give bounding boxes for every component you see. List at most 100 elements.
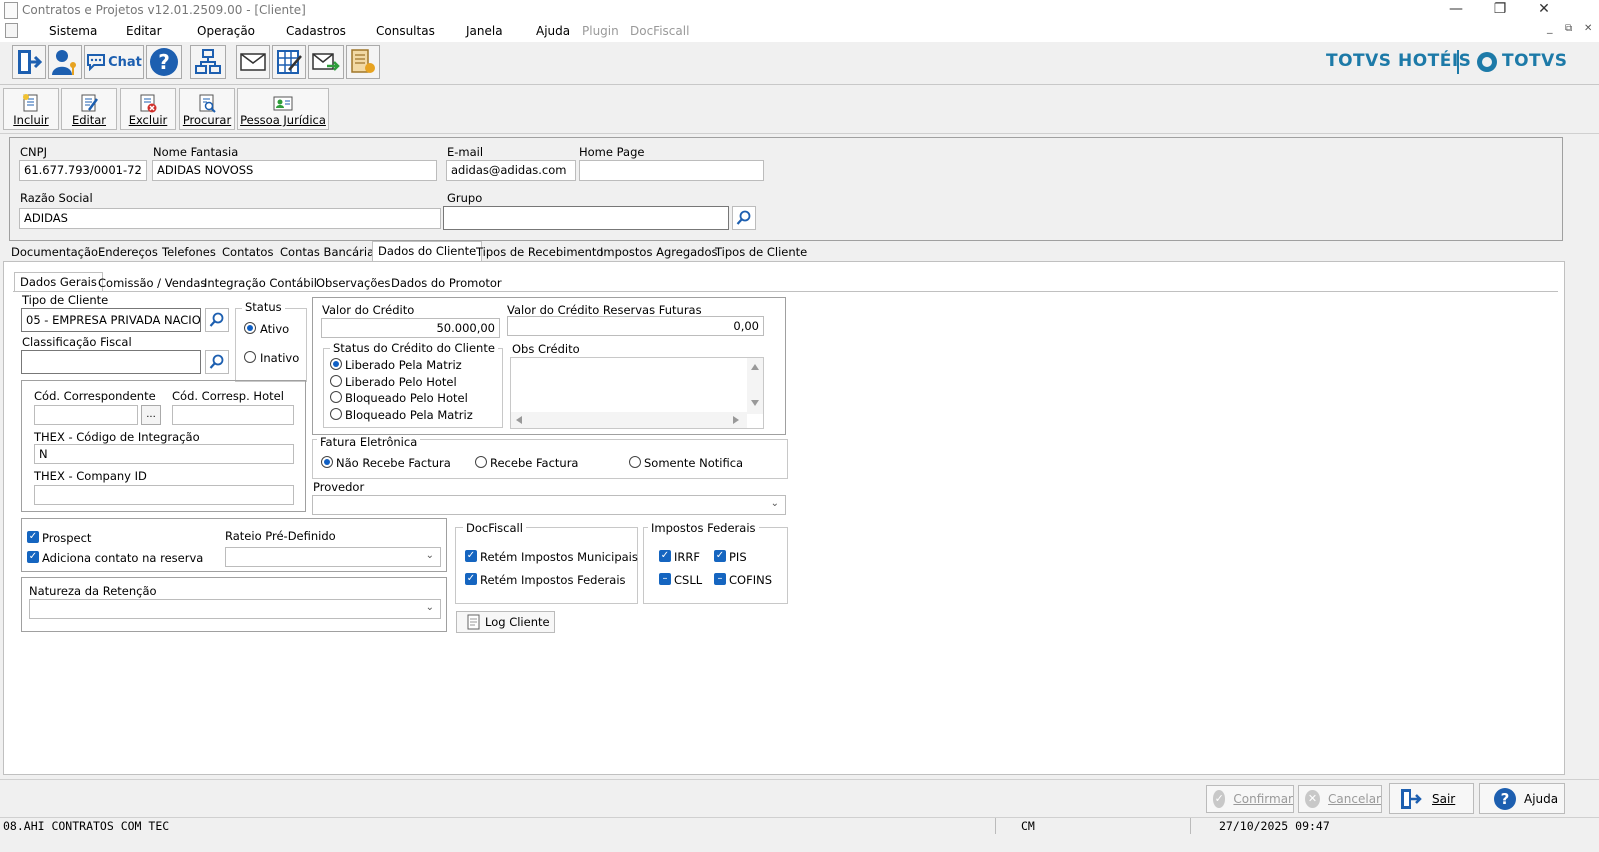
adiciona-contato-checkbox[interactable]: ✓	[27, 551, 39, 563]
new-document-icon	[23, 94, 38, 112]
exit-button[interactable]	[12, 45, 46, 79]
scroll-up-icon[interactable]	[751, 364, 759, 370]
mdi-close-button[interactable]: ✕	[1584, 23, 1592, 34]
tab-impostos-agregados[interactable]: Impostos Agregados	[595, 243, 723, 261]
nome-fantasia-field[interactable]: ADIDAS NOVOSS	[152, 160, 437, 181]
help-button[interactable]: ?	[146, 45, 182, 79]
menu-consultas[interactable]: Consultas	[376, 24, 435, 38]
cnpj-label: CNPJ	[20, 145, 47, 159]
subtab-comissao-vendas[interactable]: Comissão / Vendas	[93, 274, 211, 292]
somente-notifica-radio[interactable]	[629, 456, 641, 468]
send-mail-button[interactable]	[308, 45, 344, 79]
mail-button[interactable]	[236, 45, 270, 79]
classificacao-fiscal-field[interactable]	[21, 350, 201, 374]
subtab-dados-do-promotor[interactable]: Dados do Promotor	[386, 274, 507, 292]
prospect-checkbox[interactable]: ✓	[27, 531, 39, 543]
obs-hscrollbar[interactable]	[511, 412, 747, 428]
thex-company-field[interactable]	[34, 485, 294, 505]
calculator-button[interactable]	[272, 45, 306, 79]
ajuda-button[interactable]: ? Ajuda	[1479, 783, 1565, 814]
mdi-restore-button[interactable]: ⧉	[1565, 23, 1572, 34]
brand-totvs: TOTVS	[1502, 51, 1568, 71]
menu-editar[interactable]: Editar	[126, 24, 162, 38]
email-field[interactable]: adidas@adidas.com	[446, 160, 576, 181]
classificacao-fiscal-search-button[interactable]	[205, 350, 229, 374]
csll-checkbox[interactable]: –	[659, 573, 671, 585]
valor-reservas-field[interactable]: 0,00	[507, 316, 764, 336]
incluir-button[interactable]: Incluir	[3, 88, 59, 130]
editar-button[interactable]: Editar	[61, 88, 117, 130]
tab-documentacao[interactable]: Documentação	[6, 243, 103, 261]
bloqueado-hotel-radio[interactable]	[330, 391, 342, 403]
grupo-search-button[interactable]	[732, 206, 756, 230]
status-ativo-radio[interactable]	[244, 322, 256, 334]
menu-operacao[interactable]: Operação	[197, 24, 255, 38]
nao-recebe-radio[interactable]	[321, 456, 333, 468]
razao-social-field[interactable]: ADIDAS	[19, 208, 441, 229]
provedor-select[interactable]: ⌄	[312, 495, 786, 515]
minimize-button[interactable]: —	[1440, 0, 1472, 20]
cod-corresp-hotel-field[interactable]	[172, 405, 294, 425]
user-key-button[interactable]	[48, 45, 82, 79]
rateio-select[interactable]: ⌄	[225, 547, 441, 567]
menu-cadastros[interactable]: Cadastros	[286, 24, 346, 38]
recebe-radio[interactable]	[475, 456, 487, 468]
pis-checkbox[interactable]: ✓	[714, 550, 726, 562]
header-panel: CNPJ 61.677.793/0001-72 Nome Fantasia AD…	[9, 137, 1563, 241]
obs-credito-textarea[interactable]	[510, 357, 764, 429]
home-page-field[interactable]	[579, 160, 764, 181]
tab-tipos-de-recebimento[interactable]: Tipos de Recebimento	[471, 243, 608, 261]
tab-enderecos[interactable]: Endereços	[93, 243, 163, 261]
tab-tipos-de-cliente[interactable]: Tipos de Cliente	[710, 243, 812, 261]
tipo-cliente-label: Tipo de Cliente	[22, 293, 109, 307]
tipo-cliente-search-button[interactable]	[205, 308, 229, 332]
liberado-matriz-radio[interactable]	[330, 358, 342, 370]
menu-janela[interactable]: Janela	[466, 24, 503, 38]
chat-button[interactable]: Chat	[84, 45, 144, 79]
rateio-label: Rateio Pré-Definido	[225, 529, 336, 543]
tab-telefones[interactable]: Telefones	[157, 243, 221, 261]
restore-button[interactable]: ❐	[1484, 0, 1516, 20]
natureza-select[interactable]: ⌄	[29, 599, 441, 619]
valor-credito-field[interactable]: 50.000,00	[321, 318, 500, 338]
retem-federais-checkbox[interactable]: ✓	[465, 573, 477, 585]
subtab-integracao-contabil[interactable]: Integração Contábil	[199, 274, 322, 292]
mdi-minimize-button[interactable]: _	[1547, 21, 1553, 34]
reports-button[interactable]	[346, 45, 380, 79]
scroll-right-icon[interactable]	[733, 416, 739, 424]
cod-correspondente-field[interactable]	[34, 405, 138, 425]
confirmar-button[interactable]: ✓ Confirmar	[1206, 785, 1294, 813]
cnpj-field[interactable]: 61.677.793/0001-72	[19, 160, 147, 181]
tab-contas-bancarias[interactable]: Contas Bancárias	[275, 243, 385, 261]
tab-dados-do-cliente[interactable]: Dados do Cliente	[372, 241, 483, 261]
liberado-hotel-radio[interactable]	[330, 375, 342, 387]
grupo-field[interactable]	[443, 206, 729, 230]
valor-reservas-label: Valor do Crédito Reservas Futuras	[507, 303, 702, 317]
scroll-down-icon[interactable]	[751, 400, 759, 406]
status-bar: 08.AHI CONTRATOS COM TEC CM 27/10/2025 0…	[0, 817, 1599, 852]
subtab-dados-gerais[interactable]: Dados Gerais	[14, 272, 103, 292]
cod-correspondente-browse-button[interactable]: ...	[141, 405, 161, 425]
irrf-checkbox[interactable]: ✓	[659, 550, 671, 562]
org-chart-button[interactable]	[190, 45, 226, 79]
close-button[interactable]: ✕	[1528, 0, 1560, 20]
cancelar-button[interactable]: ✕ Cancelar	[1298, 785, 1382, 813]
subtab-observacoes[interactable]: Observações	[311, 274, 395, 292]
search-document-icon	[199, 94, 216, 113]
app-icon	[4, 2, 18, 19]
pessoa-juridica-button[interactable]: Pessoa Jurídica	[237, 88, 329, 130]
thex-codigo-field[interactable]: N	[34, 444, 294, 464]
tab-contatos[interactable]: Contatos	[217, 243, 278, 261]
procurar-button[interactable]: Procurar	[179, 88, 235, 130]
sair-button[interactable]: Sair	[1389, 783, 1474, 814]
menu-ajuda[interactable]: Ajuda	[536, 24, 570, 38]
scroll-left-icon[interactable]	[516, 416, 522, 424]
bloqueado-matriz-radio[interactable]	[330, 408, 342, 420]
status-inativo-radio[interactable]	[244, 351, 256, 363]
retem-municipais-checkbox[interactable]: ✓	[465, 550, 477, 562]
log-cliente-button[interactable]: Log Cliente	[456, 611, 555, 633]
cofins-checkbox[interactable]: –	[714, 573, 726, 585]
menu-sistema[interactable]: Sistema	[49, 24, 97, 38]
excluir-button[interactable]: Excluir	[120, 88, 176, 130]
tipo-cliente-field[interactable]: 05 - EMPRESA PRIVADA NACIONA	[21, 308, 201, 332]
